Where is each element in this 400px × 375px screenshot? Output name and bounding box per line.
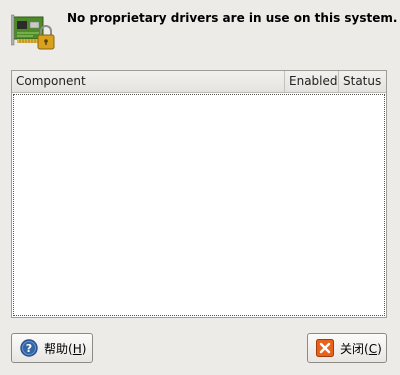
close-icon bbox=[316, 339, 334, 357]
hardware-card-lock-icon bbox=[11, 14, 55, 50]
column-header-enabled[interactable]: Enabled bbox=[285, 71, 339, 92]
svg-text:?: ? bbox=[26, 342, 32, 355]
drivers-list[interactable]: Component Enabled Status bbox=[11, 70, 387, 318]
help-button[interactable]: ? 帮助(H) bbox=[11, 333, 93, 363]
help-button-label: 帮助(H) bbox=[44, 341, 87, 356]
drivers-list-body[interactable] bbox=[13, 94, 385, 316]
help-icon: ? bbox=[20, 339, 38, 357]
column-header-status[interactable]: Status bbox=[339, 71, 386, 92]
column-header-row: Component Enabled Status bbox=[12, 71, 386, 93]
close-button-label: 关闭(C) bbox=[340, 341, 382, 356]
column-header-component[interactable]: Component bbox=[12, 71, 285, 92]
close-button[interactable]: 关闭(C) bbox=[307, 333, 387, 363]
status-message: No proprietary drivers are in use on thi… bbox=[67, 11, 398, 25]
